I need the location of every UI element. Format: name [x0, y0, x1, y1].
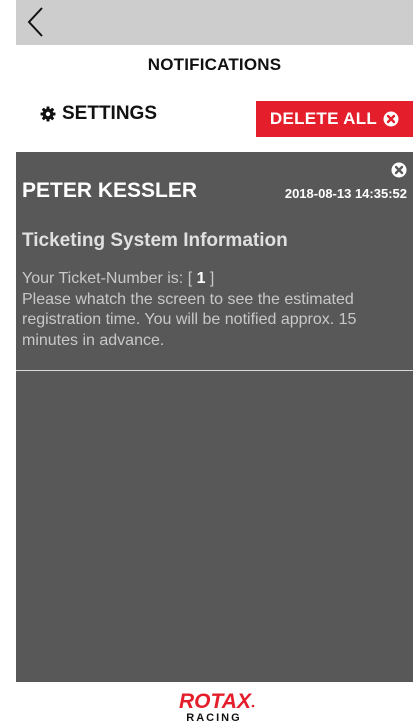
- logo-subtext: RACING: [186, 712, 241, 723]
- logo-text: ROTAX: [179, 690, 253, 713]
- settings-label: SETTINGS: [62, 103, 158, 124]
- body-prefix: Your Ticket-Number is: [: [22, 270, 197, 287]
- notification-subject: Ticketing System Information: [22, 230, 288, 251]
- body-suffix: ]: [205, 270, 215, 287]
- notification-panel: PETER KESSLER 2018-08-13 14:35:52 Ticket…: [16, 152, 413, 682]
- back-chevron-icon[interactable]: [24, 5, 48, 39]
- notification-datetime: 2018-08-13 14:35:52: [284, 186, 407, 201]
- delete-all-button[interactable]: DELETE ALL: [256, 101, 413, 137]
- settings-button[interactable]: SETTINGS: [40, 103, 157, 125]
- app-screen: NOTIFICATIONS SETTINGS DELETE ALL PETER …: [16, 0, 413, 724]
- delete-all-label: DELETE ALL: [269, 109, 378, 128]
- close-circle-icon: [383, 111, 399, 127]
- notification-divider: [16, 370, 413, 371]
- rotax-racing-logo: ROTAX RACING: [16, 689, 413, 723]
- page-title: NOTIFICATIONS: [147, 55, 282, 74]
- gear-icon: [40, 106, 56, 122]
- notification-sender: PETER KESSLER: [22, 179, 198, 202]
- top-bar: [16, 0, 413, 45]
- notification-body: Your Ticket-Number is: [ 1 ] Please what…: [22, 269, 408, 351]
- dismiss-notification-icon[interactable]: [391, 162, 407, 178]
- body-rest: Please whatch the screen to see the esti…: [22, 290, 357, 349]
- logo-graphic: ROTAX RACING: [179, 690, 254, 723]
